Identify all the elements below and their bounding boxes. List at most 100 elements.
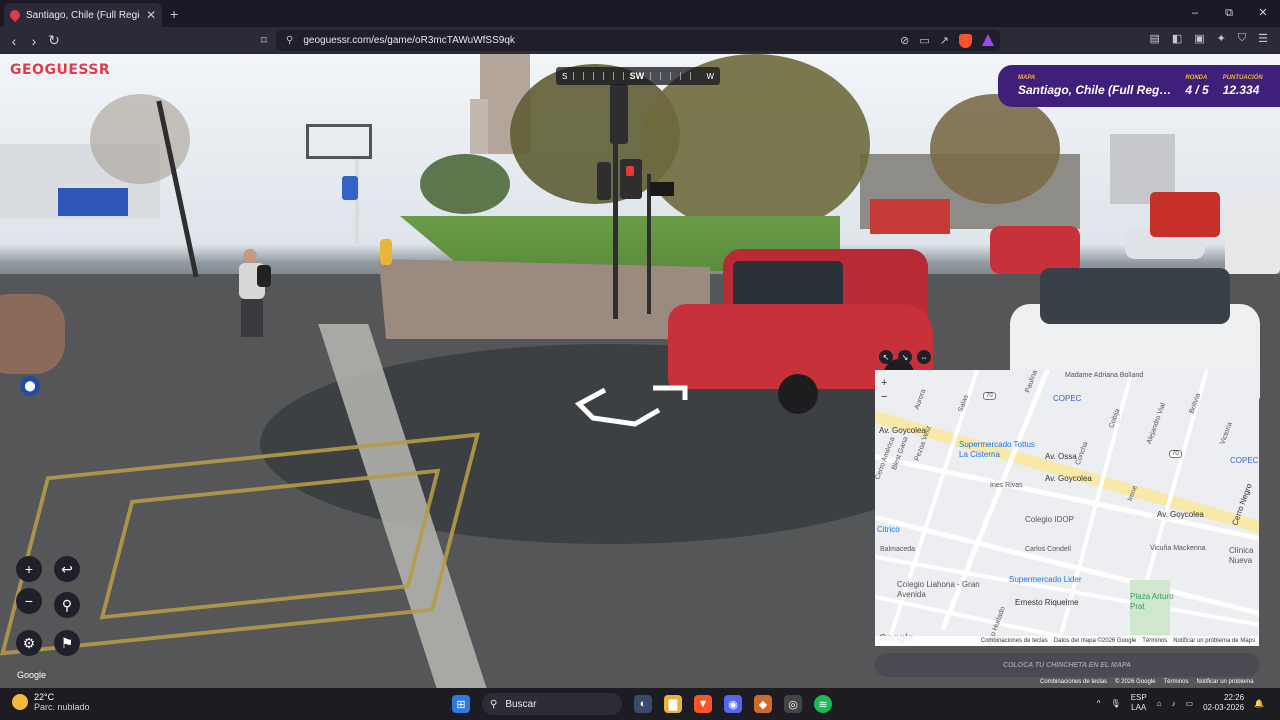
poi-label[interactable]: Colegio Liahona - Gran Avenida (897, 580, 982, 600)
return-to-start-icon[interactable]: ⚲ (54, 592, 80, 618)
place-pin-button[interactable]: COLOCA TU CHINCHETA EN EL MAPA (875, 653, 1259, 677)
share-icon[interactable]: ↗ (940, 34, 949, 48)
map-expand-icon[interactable]: ↖ (879, 350, 893, 364)
pedestrian (235, 249, 275, 339)
undo-move-icon[interactable]: ↩ (54, 556, 80, 582)
forward-button[interactable]: › (24, 33, 44, 49)
app-icon[interactable]: ◆ (754, 695, 772, 713)
close-tab-icon[interactable]: ✕ (146, 8, 156, 22)
compass: S SW W (556, 67, 720, 85)
weather-condition: Parc. nublado (34, 702, 90, 712)
spotify-icon[interactable]: ≋ (814, 695, 832, 713)
taskbar-apps: ⊞ ⚲ Buscar ◐ ▇ ▼ ◉ ◆ ◎ ≋ (452, 693, 832, 715)
app-icon[interactable]: ◎ (784, 695, 802, 713)
sidebar-icon[interactable]: ◧ (1172, 32, 1182, 45)
network-icon[interactable]: ⌂ (1157, 699, 1162, 708)
poi-label[interactable]: Supermercado Tottus La Cisterna (959, 440, 1039, 460)
reload-button[interactable]: ↻ (44, 32, 64, 49)
tab-bar: Santiago, Chile (Full Region Met… ✕ + – … (0, 0, 1280, 27)
map-footer-link[interactable]: Combinaciones de teclas (981, 638, 1048, 644)
street-view-footer: Combinaciones de teclas © 2026 Google Té… (1040, 679, 1254, 685)
url-field[interactable]: ⚲ geoguessr.com/es/game/oR3mcTAWuWfSS9qk… (276, 30, 1000, 51)
steam-icon[interactable]: ◐ (634, 695, 652, 713)
volume-icon[interactable]: ♪ (1172, 699, 1176, 708)
fire-hydrant (380, 239, 392, 265)
new-tab-button[interactable]: + (170, 6, 178, 22)
vpn-icon[interactable]: ⛉ (1238, 32, 1246, 45)
round-value: 4 / 5 (1185, 83, 1209, 97)
file-explorer-icon[interactable]: ▇ (664, 695, 682, 713)
brave-icon[interactable]: ▼ (694, 695, 712, 713)
street-label: Vicuña Mackenna (1150, 545, 1206, 552)
poi-label[interactable]: Citrico (877, 525, 900, 534)
windows-taskbar: 22°C Parc. nublado ⊞ ⚲ Buscar ◐ ▇ ▼ ◉ ◆ … (0, 688, 1280, 720)
show-hidden-icons[interactable]: ^ (1097, 699, 1101, 708)
geoguessr-logo[interactable]: GEOGUESSR (10, 62, 110, 78)
screen: Santiago, Chile (Full Region Met… ✕ + – … (0, 0, 1280, 720)
battery-icon[interactable]: ▭ (1186, 699, 1194, 708)
address-bar: ‹ › ↻ ⌑ ⚲ geoguessr.com/es/game/oR3mcTAW… (0, 27, 1280, 54)
sv-footer-link[interactable]: Notificar un problema (1197, 679, 1254, 685)
street-label: Av. Goycolea (1045, 474, 1092, 483)
leo-ai-icon[interactable]: ✦ (1217, 32, 1226, 45)
sv-footer-link[interactable]: Combinaciones de teclas (1040, 679, 1107, 685)
microphone-icon[interactable]: 🎙 (1111, 699, 1121, 708)
map-pin-icon[interactable]: ⇔ (917, 350, 931, 364)
compass-left: S (562, 71, 568, 81)
taskbar-search[interactable]: ⚲ Buscar (482, 693, 622, 715)
url-text: geoguessr.com/es/game/oR3mcTAWuWfSS9qk (303, 35, 515, 46)
nav-arrow-right[interactable] (653, 385, 688, 400)
temperature: 22°C (34, 692, 55, 702)
game-status-panel: MAPA Santiago, Chile (Full Reg… RONDA 4 … (998, 65, 1280, 107)
zoom-out-button[interactable]: − (16, 588, 42, 614)
zoom-in-button[interactable]: + (16, 556, 42, 582)
map-footer-link[interactable]: Notificar un problema de Maps (1173, 638, 1255, 644)
site-info-icon[interactable]: ⚲ (286, 35, 293, 46)
poi-label[interactable]: COPEC (1230, 456, 1258, 465)
clock[interactable]: 22:26 02-03-2026 (1203, 693, 1244, 713)
sidewalk (378, 259, 710, 339)
sv-footer-link[interactable]: Términos (1164, 679, 1189, 685)
poi-label[interactable]: Plaza Arturo Prat (1130, 592, 1175, 612)
cast-icon[interactable]: ▭ (919, 34, 929, 48)
street-view-nav-arrow[interactable] (575, 384, 695, 444)
map-footer-link[interactable]: Términos (1142, 638, 1167, 644)
brave-rewards-icon[interactable] (982, 34, 994, 46)
notifications-icon[interactable]: 🔔 (1254, 699, 1264, 708)
car (0, 294, 65, 374)
reader-icon[interactable]: ▤ (1149, 32, 1159, 45)
red-light (626, 166, 634, 176)
poi-label[interactable]: COPEC (1053, 394, 1081, 403)
bookmark-icon[interactable]: ⌑ (254, 34, 274, 47)
back-button[interactable]: ‹ (4, 33, 24, 49)
brave-shield-icon[interactable] (959, 34, 972, 48)
windows-start-icon[interactable]: ⊞ (452, 695, 470, 713)
street-label: Bolivia (1188, 392, 1203, 415)
language-code: ESP (1130, 693, 1147, 702)
language-indicator[interactable]: ESP LAA (1131, 693, 1147, 713)
minimize-button[interactable]: – (1178, 0, 1212, 27)
route-badge: 70 (983, 392, 996, 400)
guess-map[interactable]: + − Madame Adriana Bolland Av. Goycolea … (875, 370, 1259, 646)
weather-widget[interactable]: 22°C Parc. nublado (12, 692, 90, 712)
compass-pin-icon[interactable]: ⬤ (20, 376, 40, 396)
menu-icon[interactable]: ☰ (1258, 32, 1268, 45)
compass-heading: SW (629, 71, 645, 81)
map-shrink-icon[interactable]: ↘ (898, 350, 912, 364)
poi-label[interactable]: Colegio IDOP (1025, 515, 1074, 524)
map-zoom-out[interactable]: − (881, 390, 887, 404)
translate-icon[interactable]: ⊘ (900, 34, 909, 48)
flag-icon[interactable]: ⚑ (54, 630, 80, 656)
nav-arrow-left[interactable] (575, 387, 661, 427)
map-zoom-in[interactable]: + (881, 376, 887, 390)
street-label: Aurora (913, 388, 928, 411)
poi-label[interactable]: Supermercado Lider (1009, 575, 1081, 584)
poi-label[interactable]: Clínica Nueva (1229, 546, 1259, 566)
compass-ticks (573, 72, 624, 80)
close-window-button[interactable]: ✕ (1246, 0, 1280, 27)
maximize-button[interactable]: ⧉ (1212, 0, 1246, 27)
wallet-icon[interactable]: ▣ (1194, 32, 1204, 45)
tab-geoguessr[interactable]: Santiago, Chile (Full Region Met… ✕ (4, 3, 162, 27)
discord-icon[interactable]: ◉ (724, 695, 742, 713)
settings-gear-icon[interactable]: ⚙ (16, 630, 42, 656)
